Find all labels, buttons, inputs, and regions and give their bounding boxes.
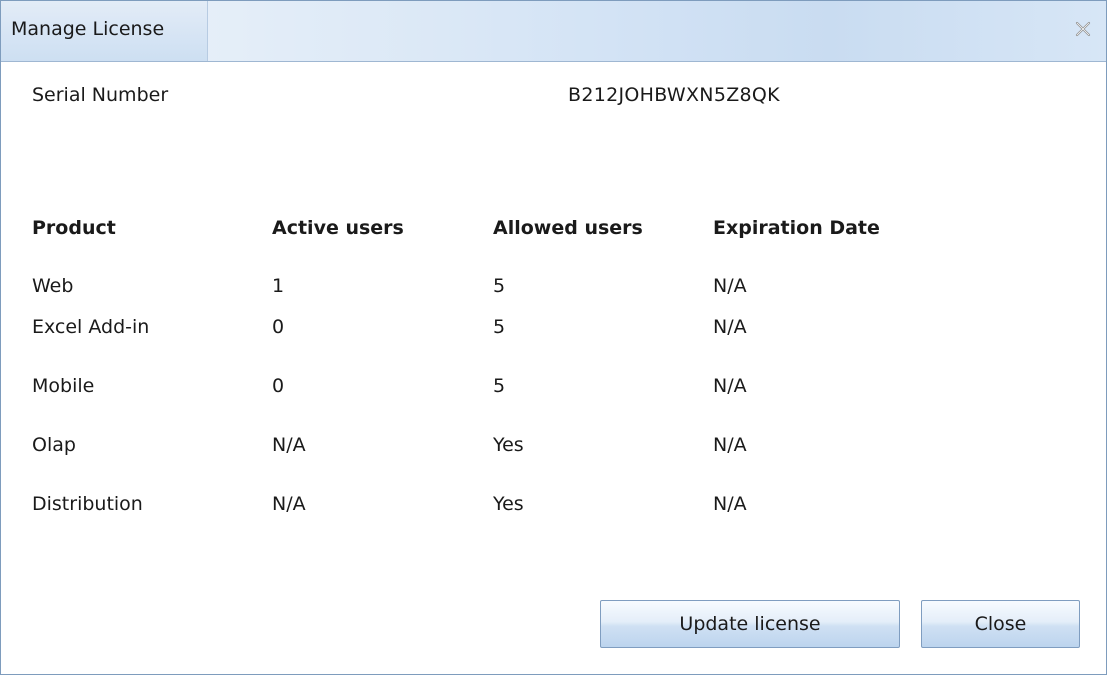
column-header-active-users: Active users (272, 217, 404, 239)
table-row: Web 1 5 N/A (32, 257, 973, 316)
close-button[interactable]: Close (921, 600, 1080, 648)
title-tab: Manage License (1, 1, 208, 61)
dialog-content: Serial Number B212JOHBWXN5Z8QK Product A… (1, 62, 1106, 674)
cell-allowed-users: Yes (493, 493, 524, 515)
license-table: Product Active users Allowed users Expir… (32, 217, 973, 552)
cell-active-users: N/A (272, 493, 306, 515)
cell-product: Mobile (32, 375, 95, 397)
cell-expiration-date: N/A (713, 316, 747, 338)
update-license-button[interactable]: Update license (600, 600, 900, 648)
cell-expiration-date: N/A (713, 375, 747, 397)
manage-license-dialog: Manage License Serial Number B212JOHBWXN… (0, 0, 1107, 675)
cell-active-users: N/A (272, 434, 306, 456)
cell-product: Distribution (32, 493, 143, 515)
column-header-allowed-users: Allowed users (493, 217, 643, 239)
cell-product: Excel Add-in (32, 316, 150, 338)
cell-allowed-users: 5 (493, 375, 506, 397)
cell-active-users: 1 (272, 275, 285, 297)
cell-allowed-users: 5 (493, 275, 506, 297)
table-row: Olap N/A Yes N/A (32, 434, 973, 493)
serial-number-label: Serial Number (32, 84, 169, 106)
cell-expiration-date: N/A (713, 493, 747, 515)
table-row: Mobile 0 5 N/A (32, 375, 973, 434)
column-header-expiration-date: Expiration Date (713, 217, 880, 239)
close-icon[interactable] (1072, 18, 1094, 40)
cell-expiration-date: N/A (713, 275, 747, 297)
serial-number-value: B212JOHBWXN5Z8QK (568, 84, 780, 106)
title-bar: Manage License (1, 1, 1106, 62)
table-row: Distribution N/A Yes N/A (32, 493, 973, 552)
cell-active-users: 0 (272, 316, 285, 338)
column-header-product: Product (32, 217, 116, 239)
cell-product: Web (32, 275, 74, 297)
table-header-row: Product Active users Allowed users Expir… (32, 217, 973, 257)
cell-allowed-users: Yes (493, 434, 524, 456)
cell-active-users: 0 (272, 375, 285, 397)
cell-allowed-users: 5 (493, 316, 506, 338)
cell-expiration-date: N/A (713, 434, 747, 456)
window-title: Manage License (11, 18, 165, 40)
table-row: Excel Add-in 0 5 N/A (32, 316, 973, 375)
cell-product: Olap (32, 434, 76, 456)
